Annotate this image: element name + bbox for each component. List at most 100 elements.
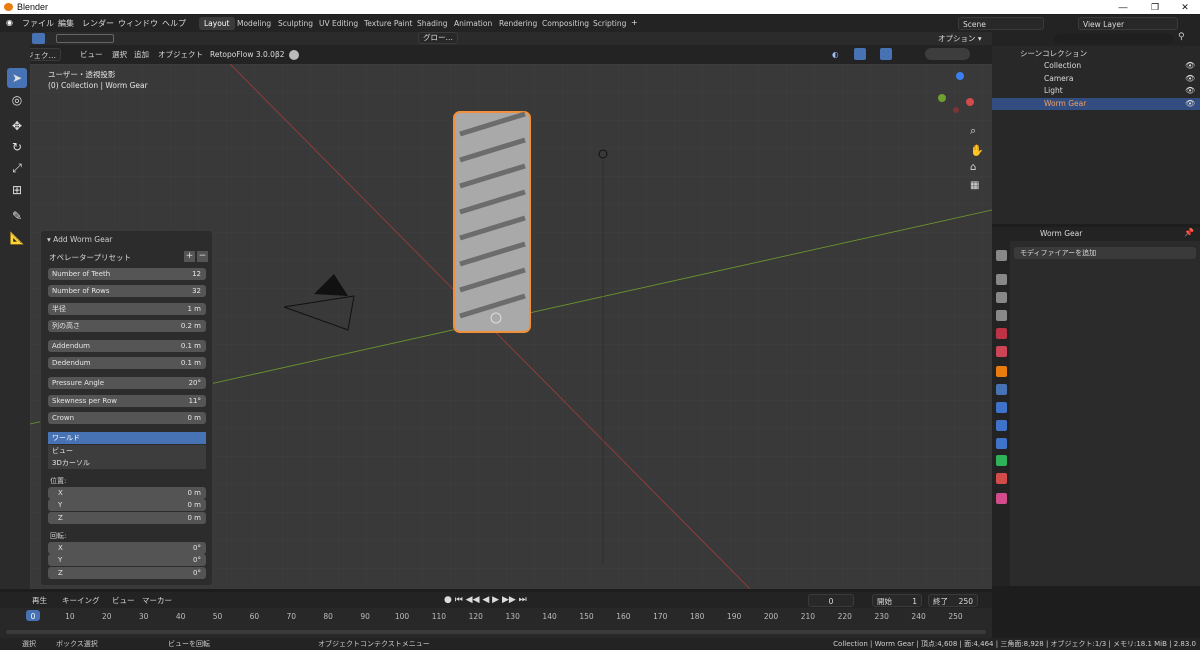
- menu-render[interactable]: レンダー: [82, 18, 114, 29]
- menu-timeline-view[interactable]: ビュー: [112, 594, 135, 607]
- zoom-icon[interactable]: ⌕: [970, 124, 976, 138]
- align-world-option[interactable]: ワールド: [48, 432, 206, 444]
- world-tab-icon[interactable]: [996, 346, 1007, 357]
- start-frame-field[interactable]: 開始 1: [872, 594, 922, 607]
- crown-field[interactable]: Crown 0 m: [48, 412, 206, 424]
- outliner-collection[interactable]: Collection: [992, 60, 1200, 72]
- location-y-field[interactable]: Y 0 m: [48, 499, 206, 511]
- tab-sculpting[interactable]: Sculpting: [273, 17, 318, 30]
- outliner-search-input[interactable]: [1054, 34, 1174, 44]
- timeline-scrollbar[interactable]: [6, 630, 986, 634]
- measure-tool-icon[interactable]: 📐: [7, 228, 27, 248]
- texture-tab-icon[interactable]: [996, 493, 1007, 504]
- menu-object[interactable]: オブジェクト: [158, 48, 203, 61]
- worm-gear-object[interactable]: [453, 111, 531, 333]
- pin-icon[interactable]: 📌: [1184, 228, 1194, 237]
- modifier-tab-icon[interactable]: [996, 384, 1007, 395]
- menu-view[interactable]: ビュー: [80, 48, 103, 61]
- worm-gear-visibility-icon[interactable]: 👁: [1185, 99, 1195, 108]
- scene-selector[interactable]: Scene: [958, 17, 1044, 30]
- overlay-toggle-icon[interactable]: [880, 48, 892, 60]
- material-tab-icon[interactable]: [996, 473, 1007, 484]
- transform-tool-icon[interactable]: ⊞: [7, 180, 27, 200]
- addendum-field[interactable]: Addendum 0.1 m: [48, 340, 206, 352]
- tab-uv-editing[interactable]: UV Editing: [314, 17, 363, 30]
- scene-tab-icon[interactable]: [996, 328, 1007, 339]
- camera-view-icon[interactable]: ⌂: [970, 162, 976, 173]
- view-layer-selector[interactable]: View Layer: [1078, 17, 1178, 30]
- dedendum-field[interactable]: Dedendum 0.1 m: [48, 357, 206, 369]
- rotation-x-field[interactable]: X 0°: [48, 542, 206, 554]
- annotate-tool-icon[interactable]: ✎: [7, 206, 27, 226]
- align-view-option[interactable]: ビュー: [48, 445, 206, 457]
- outliner-item-worm-gear[interactable]: Worm Gear: [992, 98, 1200, 110]
- pan-icon[interactable]: ✋: [970, 144, 984, 157]
- perspective-toggle-icon[interactable]: ▦: [970, 180, 979, 191]
- physics-tab-icon[interactable]: [996, 420, 1007, 431]
- view-layer-tab-icon[interactable]: [996, 310, 1007, 321]
- menu-keying[interactable]: キーイング: [62, 594, 100, 607]
- tool-tab-icon[interactable]: [996, 250, 1007, 261]
- tab-compositing[interactable]: Compositing: [537, 17, 594, 30]
- tab-modeling[interactable]: Modeling: [232, 17, 276, 30]
- align-3d-cursor-option[interactable]: 3Dカーソル: [48, 457, 206, 469]
- camera-visibility-icon[interactable]: 👁: [1185, 74, 1195, 83]
- playback-controls[interactable]: ● ⏮ ◀◀ ◀ ▶ ▶▶ ⏭: [444, 594, 527, 607]
- object-tab-icon[interactable]: [996, 366, 1007, 377]
- add-preset-button[interactable]: +: [184, 251, 195, 262]
- visibility-icon[interactable]: ◐: [832, 48, 839, 61]
- add-modifier-dropdown[interactable]: モディファイアーを追加: [1014, 247, 1196, 259]
- operator-panel-title[interactable]: ▾ Add Worm Gear: [47, 235, 112, 244]
- select-box-modes[interactable]: [56, 34, 114, 43]
- menu-select[interactable]: 選択: [112, 48, 127, 61]
- minimize-button[interactable]: —: [1108, 0, 1138, 14]
- menu-marker[interactable]: マーカー: [142, 594, 172, 607]
- render-tab-icon[interactable]: [996, 274, 1007, 285]
- close-button[interactable]: ✕: [1170, 0, 1200, 14]
- menu-window[interactable]: ウィンドウ: [118, 18, 158, 29]
- menu-file[interactable]: ファイル: [22, 18, 54, 29]
- menu-add[interactable]: 追加: [134, 48, 149, 61]
- pressure-angle-field[interactable]: Pressure Angle 20°: [48, 377, 206, 389]
- retopoflow-menu[interactable]: RetopoFlow 3.0.0β2: [210, 48, 285, 61]
- collection-visibility-icon[interactable]: 👁: [1185, 61, 1195, 70]
- options-dropdown[interactable]: オプション ▾: [938, 32, 982, 45]
- rotation-y-field[interactable]: Y 0°: [48, 554, 206, 566]
- gizmo-toggle-icon[interactable]: [854, 48, 866, 60]
- row-height-field[interactable]: 列の高さ 0.2 m: [48, 320, 206, 332]
- scale-tool-icon[interactable]: ⤢: [7, 158, 27, 178]
- outliner-scene-collection[interactable]: シーンコレクション: [992, 48, 1200, 60]
- location-z-field[interactable]: Z 0 m: [48, 512, 206, 524]
- maximize-button[interactable]: ❐: [1140, 0, 1170, 14]
- tab-rendering[interactable]: Rendering: [494, 17, 542, 30]
- particles-tab-icon[interactable]: [996, 402, 1007, 413]
- radius-field[interactable]: 半径 1 m: [48, 303, 206, 315]
- menu-help[interactable]: ヘルプ: [162, 18, 186, 29]
- tab-scripting[interactable]: Scripting: [588, 17, 631, 30]
- skewness-per-row-field[interactable]: Skewness per Row 11°: [48, 395, 206, 407]
- blender-menu-icon[interactable]: ◉: [6, 18, 13, 27]
- number-of-teeth-field[interactable]: Number of Teeth 12: [48, 268, 206, 280]
- tab-shading[interactable]: Shading: [412, 17, 452, 30]
- rotate-tool-icon[interactable]: ↻: [7, 137, 27, 157]
- move-tool-icon[interactable]: ✥: [7, 116, 27, 136]
- menu-playback[interactable]: 再生: [32, 594, 47, 607]
- data-tab-icon[interactable]: [996, 455, 1007, 466]
- output-tab-icon[interactable]: [996, 292, 1007, 303]
- tab-texture-paint[interactable]: Texture Paint: [359, 17, 417, 30]
- shading-mode-buttons[interactable]: [925, 48, 970, 60]
- number-of-rows-field[interactable]: Number of Rows 32: [48, 285, 206, 297]
- cursor-tool-icon[interactable]: ◎: [7, 90, 27, 110]
- operator-panel[interactable]: ▾ Add Worm Gear オペレータープリセット + − Number o…: [40, 230, 213, 586]
- tab-layout[interactable]: Layout: [199, 17, 235, 30]
- add-workspace-icon[interactable]: +: [631, 18, 638, 27]
- location-x-field[interactable]: X 0 m: [48, 487, 206, 499]
- current-frame-field[interactable]: 0: [808, 594, 854, 607]
- preset-dropdown[interactable]: オペレータープリセット: [49, 252, 131, 263]
- remove-preset-button[interactable]: −: [197, 251, 208, 262]
- filter-icon[interactable]: ⚲: [1178, 32, 1185, 42]
- constraints-tab-icon[interactable]: [996, 438, 1007, 449]
- help-icon[interactable]: [289, 50, 299, 60]
- end-frame-field[interactable]: 終了 250: [928, 594, 978, 607]
- transform-orientation[interactable]: グロー…: [418, 32, 458, 44]
